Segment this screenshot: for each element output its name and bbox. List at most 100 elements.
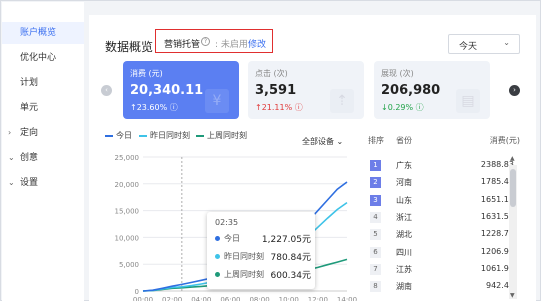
date-range-value: 今天 (459, 42, 478, 52)
province-table-header: 排序 省份 消费(元) (368, 135, 520, 149)
metric-card-cost[interactable]: 消费 (元) 20,340.11 ↑23.60% ⓘ ¥ (123, 61, 239, 119)
main-panel: 数据概览 营销托管 ? : 未启用 修改 今天 ⌄ ‹ 消费 (元) 20,34… (89, 15, 536, 301)
scroll-up-icon[interactable]: ▲ (510, 155, 515, 162)
info-icon: ⓘ (294, 103, 303, 112)
column-header-cost[interactable]: 消费(元) (490, 135, 520, 146)
province-name: 广东 (396, 161, 412, 170)
chevron-down-icon: ⌄ (8, 178, 15, 187)
province-name: 河南 (396, 178, 412, 188)
sidebar-item-label: 单元 (20, 103, 39, 113)
series-dot-icon (215, 254, 220, 259)
x-tick-label: 12:00 (308, 296, 328, 301)
scrollbar-thumb[interactable] (510, 169, 516, 207)
province-name: 湖南 (396, 282, 412, 292)
y-tick-label: 25,000 (115, 154, 140, 162)
legend-item-yesterday[interactable]: 昨日同时刻 (139, 130, 190, 141)
x-tick-label: 00:00 (133, 296, 153, 301)
legend-item-last-week[interactable]: 上周同时刻 (196, 130, 247, 141)
date-range-select[interactable]: 今天 ⌄ (448, 34, 520, 54)
tooltip-series-name: 昨日同时刻 (224, 252, 264, 261)
metric-change: ↑21.11% ⓘ (255, 103, 303, 112)
hosting-modify-link[interactable]: 修改 (248, 37, 266, 50)
hosting-label: 营销托管 (164, 40, 201, 50)
sidebar-item-account-overview[interactable]: 账户概览 (2, 22, 84, 44)
y-tick-label: 15,000 (115, 208, 140, 216)
metric-card-impressions[interactable]: 展现 (次) 206,980 ↓0.29% ⓘ ▤ (374, 61, 490, 119)
rank-badge: 8 (370, 281, 381, 293)
series-dot-icon (215, 272, 220, 277)
sidebar-item-settings[interactable]: ⌄ 设置 (2, 172, 84, 194)
metric-card-clicks[interactable]: 点击 (次) 3,591 ↑21.11% ⓘ ⇡ (248, 61, 364, 119)
rank-badge: 6 (370, 246, 381, 258)
sidebar-item-unit[interactable]: 单元 (2, 97, 84, 119)
yuan-icon: ¥ (205, 89, 229, 113)
metric-label: 点击 (次) (255, 69, 288, 78)
chevron-down-icon: ⌄ (503, 38, 510, 47)
chart-tooltip: 02:35 今日 1,227.05元 昨日同时刻 780.84元 上周同时刻 6… (207, 212, 315, 289)
province-name: 山东 (396, 195, 412, 205)
carousel-next-button[interactable]: › (509, 85, 520, 96)
chevron-down-icon: ⌄ (8, 153, 15, 162)
cursor-icon: ⇡ (330, 89, 354, 113)
rank-badge: 4 (370, 211, 381, 223)
sidebar-item-label: 定向 (20, 128, 39, 138)
table-scrollbar[interactable] (509, 165, 517, 299)
metric-change: ↑23.60% ⓘ (130, 103, 178, 112)
table-row: 3 山东 1651.12 (370, 193, 514, 210)
metric-value: 3,591 (255, 83, 297, 98)
y-tick-label: 20,000 (115, 181, 140, 189)
y-tick-label: 10,000 (115, 234, 140, 242)
sidebar-item-optimization[interactable]: 优化中心 (2, 47, 84, 69)
rank-badge: 1 (370, 160, 381, 171)
x-tick-label: 04:00 (191, 296, 211, 301)
info-icon: ⓘ (415, 103, 424, 112)
page-title: 数据概览 (105, 40, 154, 54)
tooltip-series-name: 上周同时刻 (224, 270, 264, 279)
tooltip-time: 02:35 (215, 218, 239, 227)
province-name: 四川 (396, 247, 412, 257)
legend-item-today[interactable]: 今日 (105, 130, 132, 141)
info-icon: ⓘ (169, 103, 178, 112)
sidebar-item-plan[interactable]: 计划 (2, 72, 84, 94)
sidebar-item-label: 计划 (20, 78, 39, 88)
tooltip-series-value: 1,227.05元 (261, 235, 311, 245)
sidebar-item-label: 创意 (20, 153, 39, 163)
sidebar-item-label: 优化中心 (20, 53, 57, 63)
tooltip-row: 上周同时刻 600.34元 (215, 268, 311, 282)
metric-value: 206,980 (381, 83, 441, 98)
province-name: 浙江 (396, 212, 412, 222)
table-row: 6 四川 1206.90 (370, 245, 514, 262)
metric-label: 展现 (次) (381, 69, 414, 78)
rank-badge: 7 (370, 263, 381, 275)
column-header-rank[interactable]: 排序 (368, 135, 384, 146)
app-frame: 账户概览 优化中心 计划 单元 › 定向 ⌄ 创意 ⌄ 设置 数据概览 营销托管… (0, 0, 541, 301)
metric-label: 消费 (元) (130, 69, 163, 78)
sidebar-item-creative[interactable]: ⌄ 创意 (2, 147, 84, 169)
x-tick-label: 14:00 (337, 296, 357, 301)
help-icon[interactable]: ? (201, 37, 210, 46)
x-tick-label: 10:00 (279, 296, 299, 301)
table-row: 1 广东 2388.83 (370, 158, 514, 175)
hosting-status: : 未启用 (215, 40, 248, 50)
sidebar-item-label: 设置 (20, 178, 39, 188)
display-icon: ▤ (456, 89, 480, 113)
table-row: 2 河南 1785.48 (370, 175, 514, 192)
tooltip-series-value: 780.84元 (270, 253, 312, 263)
x-tick-label: 02:00 (162, 296, 182, 301)
carousel-prev-button[interactable]: ‹ (101, 85, 112, 96)
tooltip-series-name: 今日 (224, 234, 240, 243)
rank-badge: 5 (370, 229, 381, 241)
x-tick-label: 06:00 (220, 296, 240, 301)
sidebar: 账户概览 优化中心 计划 单元 › 定向 ⌄ 创意 ⌄ 设置 (2, 2, 84, 301)
chevron-right-icon: › (8, 128, 12, 137)
y-tick-label: 0 (135, 288, 139, 296)
rank-badge: 2 (370, 177, 381, 189)
province-name: 江苏 (396, 264, 412, 274)
sidebar-item-targeting[interactable]: › 定向 (2, 122, 84, 144)
y-tick-label: 5,000 (119, 261, 139, 269)
table-row: 7 江苏 1061.97 (370, 262, 514, 279)
table-row: 4 浙江 1631.59 (370, 210, 514, 227)
tooltip-row: 今日 1,227.05元 (215, 232, 311, 246)
metric-change: ↓0.29% ⓘ (381, 103, 424, 112)
scroll-down-icon[interactable]: ▼ (510, 292, 515, 299)
